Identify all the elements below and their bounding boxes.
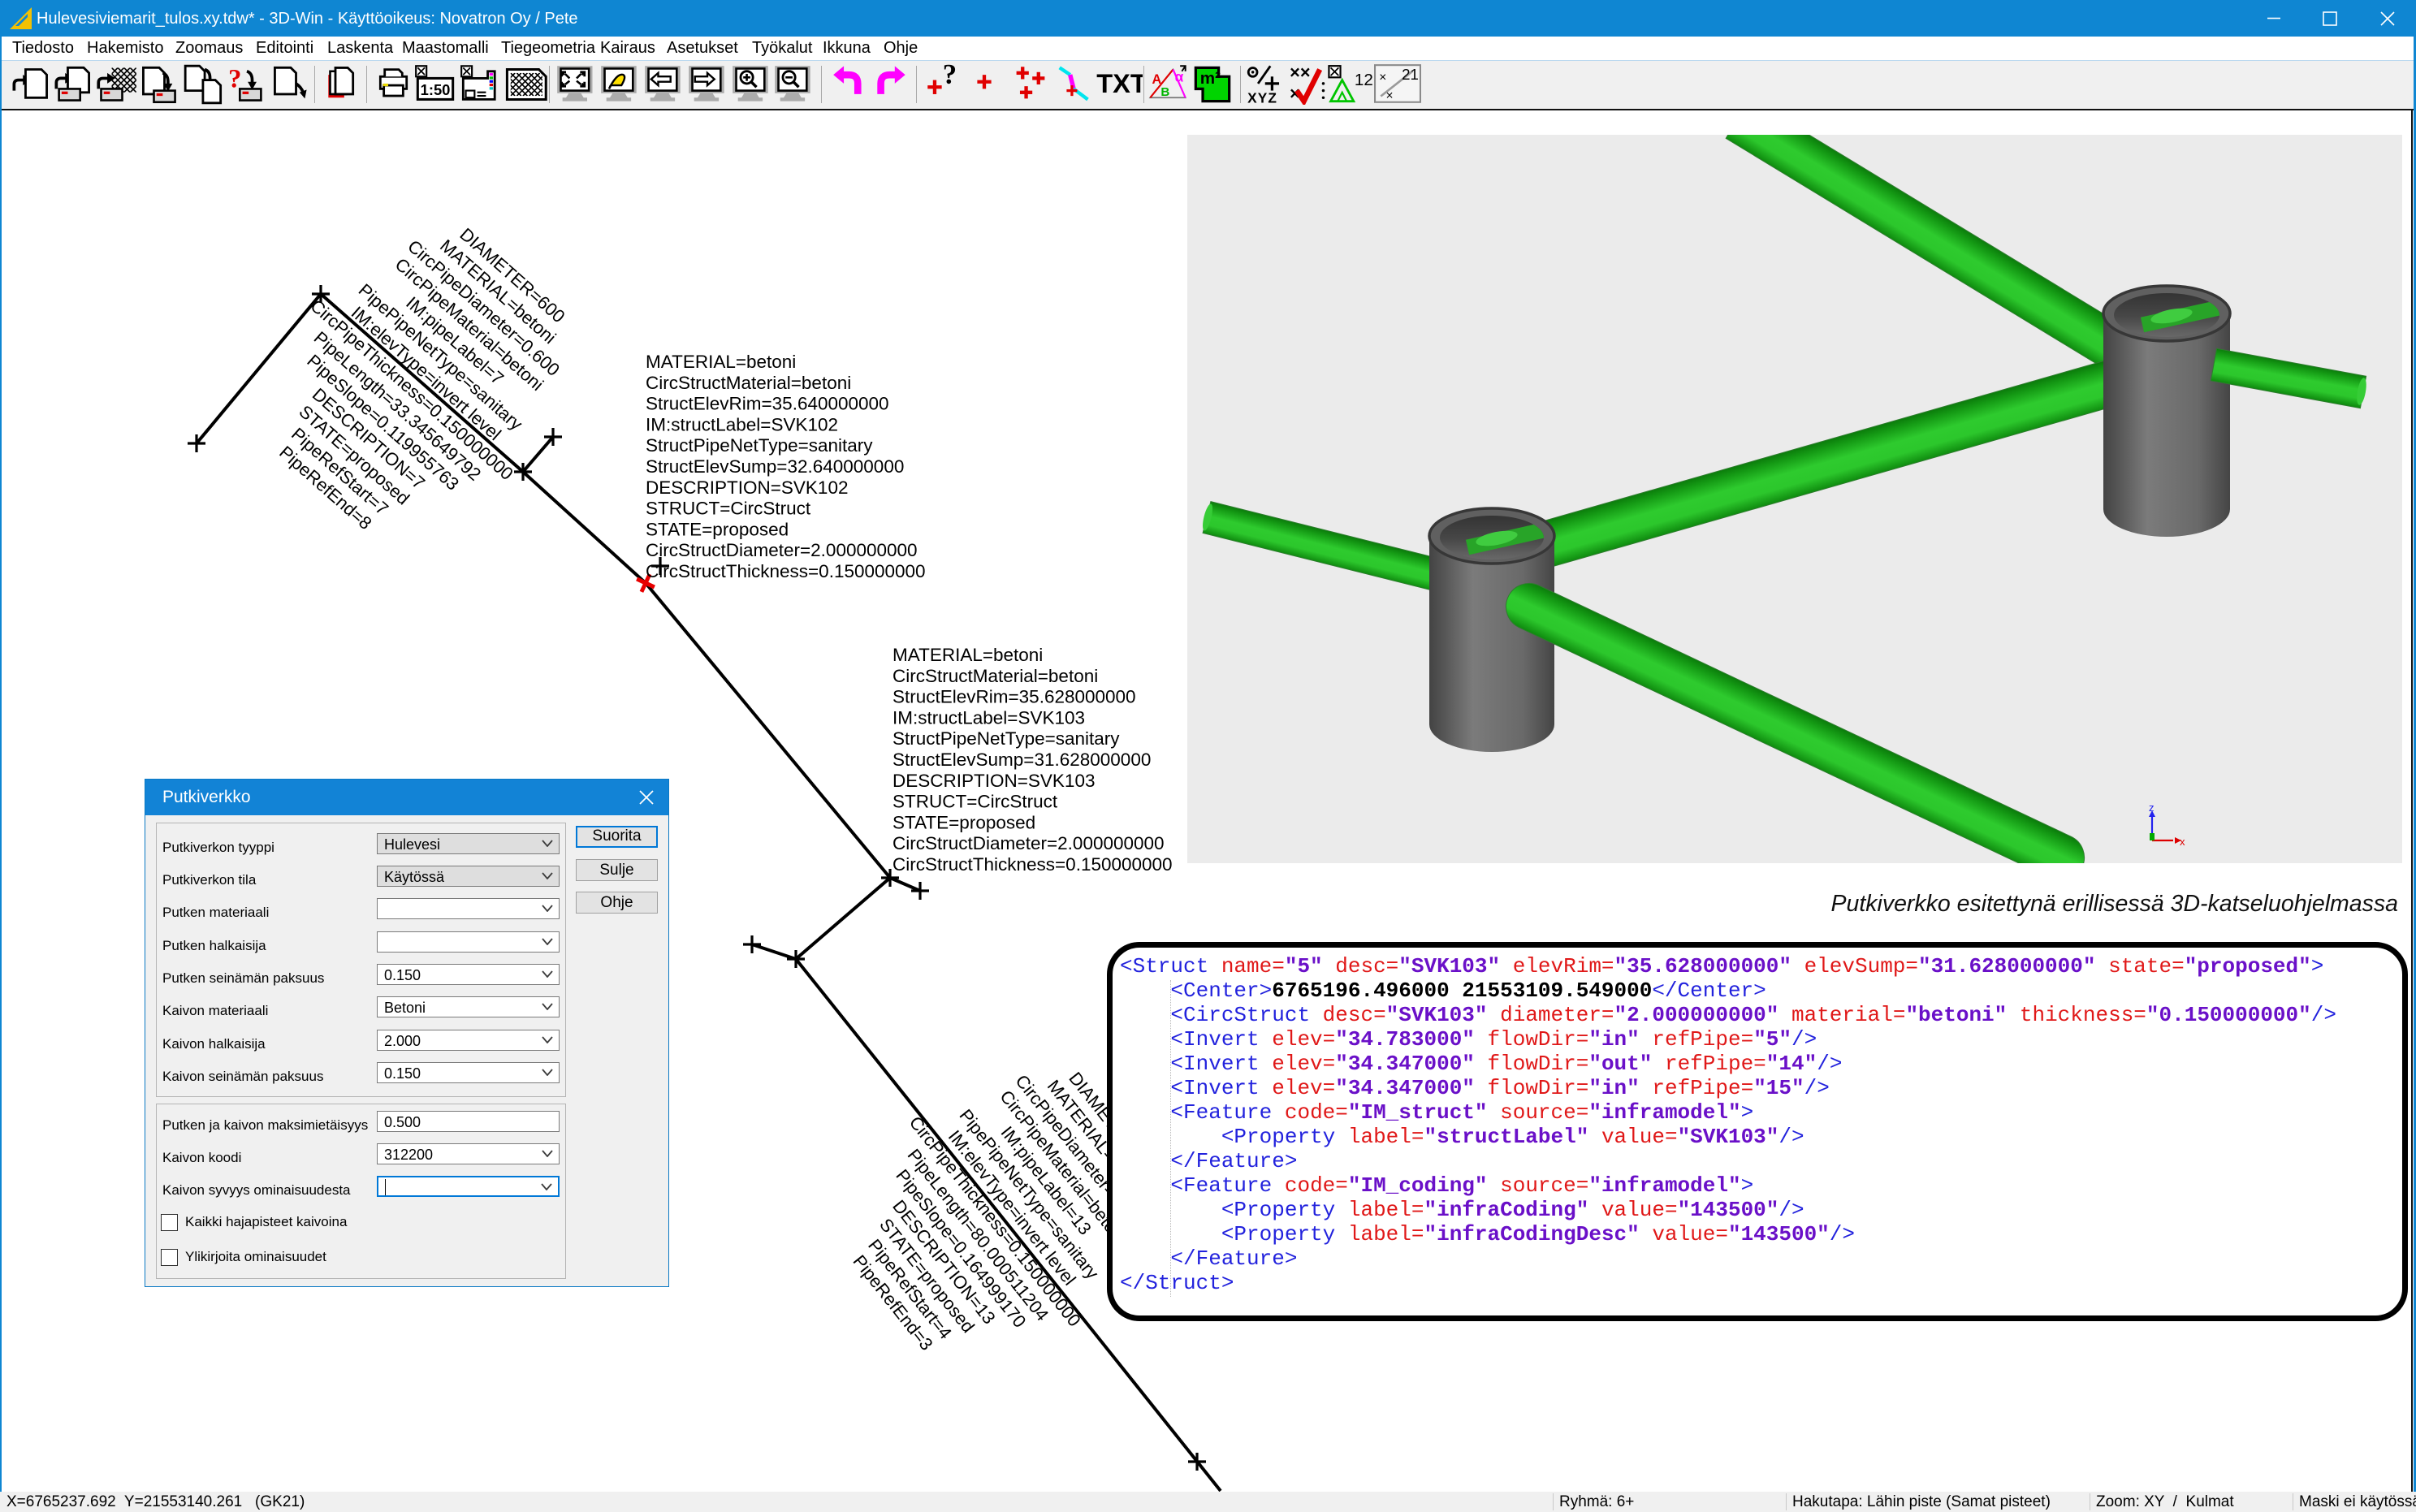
svg-text:MATERIAL=betoni: MATERIAL=betoni — [892, 645, 1043, 665]
svg-text:CircStructThickness=0.15000000: CircStructThickness=0.150000000 — [892, 854, 1173, 875]
svg-text:StructPipeNetType=sanitary: StructPipeNetType=sanitary — [646, 435, 873, 456]
svg-text:IM:structLabel=SVK102: IM:structLabel=SVK102 — [646, 414, 838, 434]
svg-text:DESCRIPTION=SVK102: DESCRIPTION=SVK102 — [646, 477, 848, 498]
svg-text:StructElevRim=35.640000000: StructElevRim=35.640000000 — [646, 394, 889, 414]
svg-text:StructElevRim=35.628000000: StructElevRim=35.628000000 — [892, 687, 1136, 707]
svg-text:STRUCT=CircStruct: STRUCT=CircStruct — [892, 792, 1058, 812]
svg-text:MATERIAL=betoni: MATERIAL=betoni — [646, 352, 796, 372]
svg-text:StructElevSump=32.640000000: StructElevSump=32.640000000 — [646, 456, 904, 477]
svg-text:CircStructMaterial=betoni: CircStructMaterial=betoni — [646, 373, 851, 393]
svg-text:IM:structLabel=SVK103: IM:structLabel=SVK103 — [892, 707, 1085, 728]
svg-text:CircStructThickness=0.15000000: CircStructThickness=0.150000000 — [646, 561, 926, 581]
svg-text:DESCRIPTION=SVK103: DESCRIPTION=SVK103 — [892, 771, 1095, 791]
svg-text:CircStructDiameter=2.000000000: CircStructDiameter=2.000000000 — [646, 540, 918, 560]
svg-text:STATE=proposed: STATE=proposed — [892, 812, 1035, 832]
svg-text:x: x — [2180, 836, 2185, 848]
svg-text:CircStructDiameter=2.000000000: CircStructDiameter=2.000000000 — [892, 833, 1165, 853]
svg-text:STRUCT=CircStruct: STRUCT=CircStruct — [646, 499, 811, 519]
svg-text:CircStructMaterial=betoni: CircStructMaterial=betoni — [892, 666, 1098, 686]
svg-text:z: z — [2149, 801, 2155, 814]
svg-text:StructPipeNetType=sanitary: StructPipeNetType=sanitary — [892, 728, 1120, 749]
svg-text:STATE=proposed: STATE=proposed — [646, 519, 789, 539]
svg-text:StructElevSump=31.628000000: StructElevSump=31.628000000 — [892, 750, 1151, 770]
